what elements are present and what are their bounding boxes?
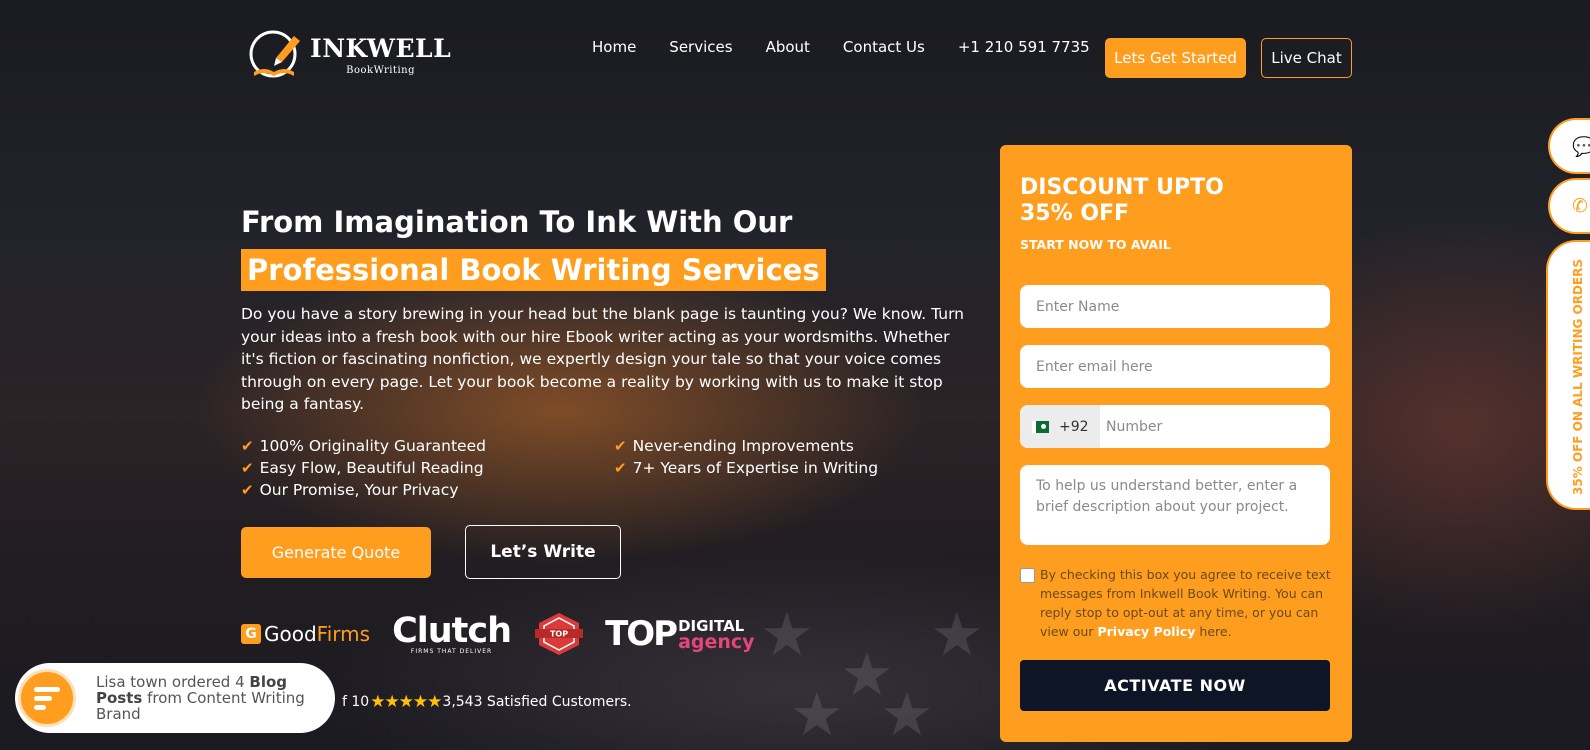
top-digital-agency-badge: TOP DIGITAL agency (605, 614, 755, 654)
clutch-name: Clutch (392, 610, 512, 651)
top-digital-agency: agency (678, 631, 755, 653)
logo-name: INKWELL (310, 34, 452, 63)
feature-list: ✔ 100% Originality Guaranteed ✔ Never-endi… (241, 437, 941, 499)
goodfirms-firms: Firms (316, 622, 371, 646)
logo-pen-book-icon (249, 30, 300, 78)
check-icon: ✔ (241, 459, 254, 477)
discount-form-card: DISCOUNT UPTO 35% OFF START NOW TO AVAIL… (1000, 145, 1352, 742)
country-code-value: +92 (1059, 418, 1089, 435)
check-icon: ✔ (614, 437, 627, 455)
feature-label: Never-ending Improvements (632, 437, 854, 455)
feature-item: ✔ 7+ Years of Expertise in Writing (614, 459, 944, 477)
top-digital-top: TOP (605, 614, 678, 654)
project-description-textarea[interactable]: To help us understand better, enter a br… (1020, 465, 1330, 545)
sms-consent: By checking this box you agree to receiv… (1020, 565, 1332, 641)
name-input[interactable]: Enter Name (1020, 285, 1330, 328)
lets-write-button[interactable]: Let’s Write (465, 525, 621, 579)
star-rating-icon: ★★★★★ (370, 692, 442, 712)
pakistan-flag-icon (1032, 420, 1049, 433)
feature-item: ✔ Easy Flow, Beautiful Reading (241, 459, 614, 477)
hero-title-line1: From Imagination To Ink With Our (241, 205, 793, 239)
recent-order-toast[interactable]: Lisa town ordered 4 Blog Posts from Cont… (15, 663, 335, 733)
nav-home[interactable]: Home (592, 38, 636, 56)
nav-about[interactable]: About (766, 38, 810, 56)
rating-summary: f 10 ★★★★★ 3,543 Satisfied Customers. (342, 692, 632, 712)
check-icon: ✔ (614, 459, 627, 477)
discount-subheading: START NOW TO AVAIL (1020, 237, 1171, 252)
phone-rail-button[interactable]: ✆ (1548, 178, 1590, 234)
country-code-select[interactable]: +92 (1020, 405, 1100, 448)
goodfirms-badge: G Good Firms (241, 622, 370, 646)
check-icon: ✔ (241, 481, 254, 499)
rating-customers: 3,543 Satisfied Customers. (442, 694, 632, 710)
live-chat-button[interactable]: Live Chat (1261, 38, 1352, 78)
offer-rail-text: 35% OFF ON ALL WRITING ORDERS (1571, 259, 1585, 495)
feature-item: ✔ Our Promise, Your Privacy (241, 481, 614, 499)
toast-message: Lisa town ordered 4 Blog Posts from Cont… (96, 674, 326, 722)
feature-label: 7+ Years of Expertise in Writing (632, 459, 879, 477)
feature-label: Easy Flow, Beautiful Reading (259, 459, 484, 477)
logo[interactable]: INKWELL BookWriting (246, 28, 451, 84)
phone-number-input[interactable]: Number (1106, 419, 1162, 435)
main-nav: Home Services About Contact Us +1 210 59… (592, 38, 1124, 56)
phone-input-group: +92 Number (1020, 405, 1330, 448)
feature-item: ✔ Never-ending Improvements (614, 437, 944, 455)
phone-icon: ✆ (1572, 195, 1588, 217)
rating-prefix: f 10 (342, 694, 370, 710)
offer-rail-tab[interactable]: 35% OFF ON ALL WRITING ORDERS (1546, 240, 1590, 510)
generate-quote-button[interactable]: Generate Quote (241, 527, 431, 578)
top-seal-label: TOP (550, 630, 568, 639)
consent-checkbox[interactable] (1020, 568, 1035, 583)
goodfirms-good: Good (264, 622, 317, 646)
nav-phone-link[interactable]: +1 210 591 7735 (958, 38, 1090, 56)
check-icon: ✔ (241, 437, 254, 455)
order-list-icon (18, 669, 76, 727)
logo-subtitle: BookWriting (346, 65, 415, 76)
hero-description: Do you have a story brewing in your head… (241, 305, 964, 414)
chat-rail-button[interactable]: 💬 (1548, 118, 1590, 174)
feature-label: Our Promise, Your Privacy (259, 481, 459, 499)
lets-get-started-button[interactable]: Lets Get Started (1105, 38, 1246, 78)
goodfirms-logo-icon: G (241, 624, 261, 644)
email-input[interactable]: Enter email here (1020, 345, 1330, 388)
consent-after: here. (1195, 624, 1232, 639)
feature-item: ✔ 100% Originality Guaranteed (241, 437, 614, 455)
trust-badges: G Good Firms Clutch FIRMS THAT DELIVER TO… (241, 612, 755, 656)
top-seal-badge-icon: TOP (535, 613, 584, 655)
feature-label: 100% Originality Guaranteed (259, 437, 486, 455)
activate-now-button[interactable]: ACTIVATE NOW (1020, 660, 1330, 711)
nav-services[interactable]: Services (669, 38, 732, 56)
nav-contact-us[interactable]: Contact Us (843, 38, 925, 56)
chat-bubble-icon: 💬 (1572, 136, 1590, 158)
privacy-policy-link[interactable]: Privacy Policy (1097, 624, 1195, 639)
clutch-badge: Clutch FIRMS THAT DELIVER (392, 610, 512, 655)
discount-heading: DISCOUNT UPTO 35% OFF (1020, 175, 1224, 226)
hero-title-line2-highlight: Professional Book Writing Services (241, 249, 826, 291)
consent-text: By checking this box you agree to receiv… (1040, 565, 1332, 641)
